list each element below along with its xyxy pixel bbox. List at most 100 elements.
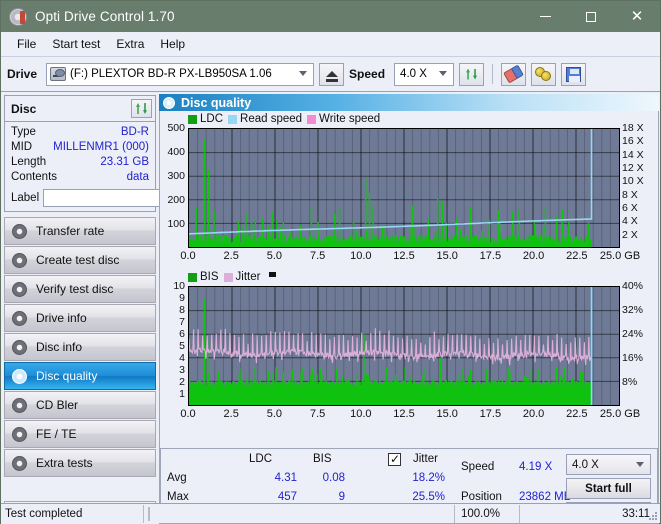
stats-row-avg-label: Avg [167, 472, 187, 484]
ldc-y2-tick: 2 X [622, 228, 638, 241]
bis-y-tick: 6 [179, 328, 185, 340]
drive-select[interactable]: (F:) PLEXTOR BD-R PX-LB950SA 1.06 [46, 62, 315, 86]
ldc-y-tick: 100 [167, 218, 185, 230]
maximize-button[interactable] [568, 1, 614, 32]
sidebar-item-label: Disc quality [36, 369, 98, 383]
speed-label: Speed [349, 67, 386, 81]
drive-icon [50, 67, 67, 81]
disc-icon [12, 223, 27, 239]
close-button[interactable]: ✕ [614, 1, 660, 32]
disc-icon [12, 310, 27, 326]
quality-button[interactable] [531, 62, 557, 86]
refresh-icon [464, 67, 479, 82]
bis-x-tick: 25.0 GB [599, 408, 641, 420]
legend-entry-write-speed: Write speed [307, 113, 380, 125]
main-header: Disc quality [159, 94, 659, 111]
disc-refresh-button[interactable] [131, 99, 152, 118]
minimize-button[interactable] [522, 1, 568, 32]
jitter-checkbox[interactable] [388, 452, 401, 466]
sidebar-item-verify-test-disc[interactable]: Verify test disc [4, 275, 156, 303]
minimize-icon [539, 16, 551, 17]
legend-label: LDC [200, 113, 224, 125]
sidebar-item-drive-info[interactable]: Drive info [4, 304, 156, 332]
speed-select-value: 4.0 X [400, 68, 427, 80]
sidebar-item-cd-bler[interactable]: CD Bler [4, 391, 156, 419]
ldc-y2-tick: 12 X [622, 162, 644, 174]
bis-plot[interactable] [188, 286, 620, 406]
disc-icon [12, 455, 27, 471]
disc-row-contents: Contents data [11, 170, 149, 185]
disc-row-type: Type BD-R [11, 125, 149, 140]
sidebar-item-disc-quality[interactable]: Disc quality [4, 362, 156, 390]
bis-y-tick: 9 [179, 292, 185, 304]
sidebar-item-label: Disc info [36, 340, 83, 354]
menu-item-start-test[interactable]: Start test [44, 34, 108, 54]
maximize-icon [586, 11, 596, 22]
sidebar-item-transfer-rate[interactable]: Transfer rate [4, 217, 156, 245]
disc-row-length: Length 23.31 GB [11, 155, 149, 170]
app-disc-icon [9, 7, 27, 26]
refresh-button[interactable] [459, 62, 485, 86]
bis-x-tick: 22.5 [566, 408, 588, 420]
body-area: Disc Type BD-R MID MILLENMR1 (000) Lengt… [1, 92, 661, 524]
disc-row-length-label: Length [11, 156, 47, 168]
ldc-x-tick: 25.0 GB [599, 250, 641, 262]
ldc-plot[interactable] [188, 128, 620, 248]
ldc-x-tick: 7.5 [309, 250, 326, 262]
disc-label-row: Label [11, 188, 252, 207]
eject-button[interactable] [319, 62, 345, 86]
sidebar-item-extra-tests[interactable]: Extra tests [4, 449, 156, 477]
speed-select[interactable]: 4.0 X [394, 62, 455, 86]
bis-y2-tick: 32% [622, 304, 644, 316]
refresh-icon [134, 101, 149, 116]
app-window: Opti Drive Control 1.70 ✕ File Start tes… [0, 0, 661, 524]
disc-row-mid: MID MILLENMR1 (000) [11, 140, 149, 155]
disc-icon [12, 339, 27, 355]
sidebar-item-create-test-disc[interactable]: Create test disc [4, 246, 156, 274]
bis-y-tick: 3 [179, 364, 185, 376]
stats-row-avg-ldc: 4.31 [274, 472, 297, 484]
bis-x-tick: 2.5 [223, 408, 239, 420]
bis-chart-legend: BIS Jitter [160, 269, 658, 284]
bis-y2-tick: 16% [622, 352, 644, 364]
sidebar-item-label: Drive info [36, 311, 87, 325]
bis-x-tick: 12.5 [393, 408, 415, 420]
stats-row-avg-jitter: 18.2% [412, 472, 445, 484]
close-icon: ✕ [630, 7, 644, 25]
menu-item-extra[interactable]: Extra [108, 34, 152, 54]
sidebar-item-disc-info[interactable]: Disc info [4, 333, 156, 361]
progress-bar-wrap [144, 506, 454, 521]
bis-x-tick: 10.0 [350, 408, 372, 420]
legend-entry-ldc: LDC [188, 113, 223, 125]
ldc-y-tick: 200 [167, 194, 185, 206]
window-title: Opti Drive Control 1.70 [35, 9, 175, 24]
legend-label: Write speed [319, 113, 381, 125]
ldc-plot-svg [188, 129, 619, 247]
ldc-x-tick: 10.0 [350, 250, 372, 262]
test-speed-select-value: 4.0 X [572, 458, 599, 471]
eject-icon [325, 71, 338, 82]
erase-button[interactable] [501, 62, 527, 86]
resize-grip-icon[interactable] [649, 512, 658, 521]
menu-item-help[interactable]: Help [152, 34, 193, 54]
disc-properties: Type BD-R MID MILLENMR1 (000) Length 23.… [5, 122, 252, 211]
menu-item-file[interactable]: File [9, 34, 44, 54]
start-full-button[interactable]: Start full [566, 478, 651, 499]
test-speed-select[interactable]: 4.0 X [566, 454, 651, 475]
disc-row-type-value: BD-R [120, 126, 149, 138]
drive-toolbar: Drive (F:) PLEXTOR BD-R PX-LB950SA 1.06 … [1, 57, 660, 92]
stats-row-max-bis: 9 [338, 491, 345, 503]
bis-y-tick: 5 [179, 340, 185, 352]
sidebar-item-fe-te[interactable]: FE / TE [4, 420, 156, 448]
save-button[interactable] [561, 62, 587, 86]
ldc-plot-area: 100 200 300 400 500 2 X4 X6 X8 X 10 X 12 X 14 X… [160, 122, 658, 268]
bis-y-tick: 1 [179, 388, 185, 400]
ldc-y2-tick: 6 X [622, 202, 638, 214]
bis-x-tick: 15.0 [436, 408, 458, 420]
stats-row-max-ldc: 457 [277, 491, 297, 503]
bis-y2-tick: 24% [622, 328, 644, 340]
legend-label: Read speed [240, 113, 303, 125]
chevron-down-icon [299, 71, 308, 76]
main-panel: Disc quality LDC Read speed Write speed … [159, 94, 659, 524]
